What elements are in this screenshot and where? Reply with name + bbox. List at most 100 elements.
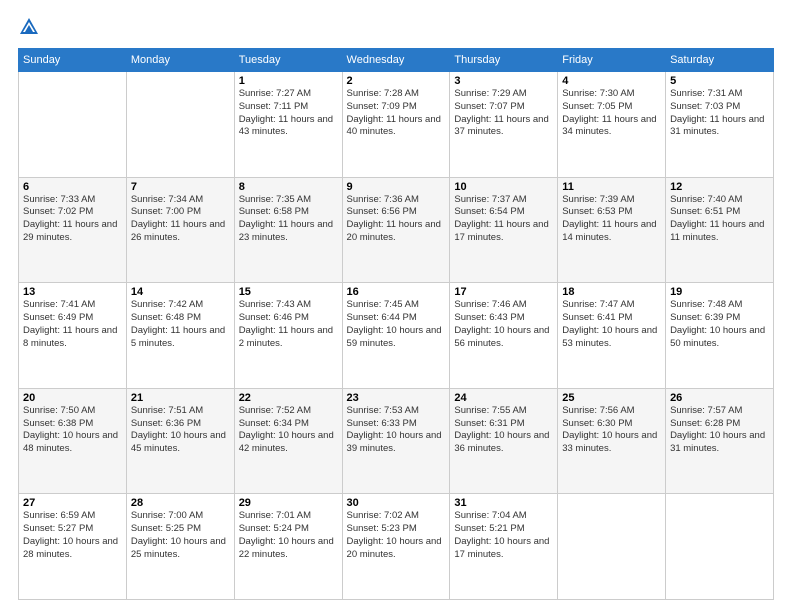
logo-icon xyxy=(18,16,40,38)
day-number: 10 xyxy=(454,181,553,193)
day-info: Sunrise: 7:39 AMSunset: 6:53 PMDaylight:… xyxy=(562,194,661,245)
calendar-cell: 24Sunrise: 7:55 AMSunset: 6:31 PMDayligh… xyxy=(450,388,558,494)
day-number: 8 xyxy=(239,181,338,193)
day-number: 26 xyxy=(670,392,769,404)
day-number: 11 xyxy=(562,181,661,193)
calendar-week: 6Sunrise: 7:33 AMSunset: 7:02 PMDaylight… xyxy=(19,177,774,283)
day-number: 12 xyxy=(670,181,769,193)
calendar-week: 13Sunrise: 7:41 AMSunset: 6:49 PMDayligh… xyxy=(19,283,774,389)
day-info: Sunrise: 7:28 AMSunset: 7:09 PMDaylight:… xyxy=(347,88,446,139)
day-number: 5 xyxy=(670,75,769,87)
calendar: SundayMondayTuesdayWednesdayThursdayFrid… xyxy=(18,48,774,600)
day-info: Sunrise: 7:50 AMSunset: 6:38 PMDaylight:… xyxy=(23,405,122,456)
day-number: 4 xyxy=(562,75,661,87)
day-info: Sunrise: 7:29 AMSunset: 7:07 PMDaylight:… xyxy=(454,88,553,139)
dow-header: Saturday xyxy=(666,49,774,72)
day-number: 18 xyxy=(562,286,661,298)
day-info: Sunrise: 7:40 AMSunset: 6:51 PMDaylight:… xyxy=(670,194,769,245)
day-number: 1 xyxy=(239,75,338,87)
days-of-week-row: SundayMondayTuesdayWednesdayThursdayFrid… xyxy=(19,49,774,72)
day-number: 29 xyxy=(239,497,338,509)
day-info: Sunrise: 7:37 AMSunset: 6:54 PMDaylight:… xyxy=(454,194,553,245)
day-number: 23 xyxy=(347,392,446,404)
day-info: Sunrise: 7:42 AMSunset: 6:48 PMDaylight:… xyxy=(131,299,230,350)
day-info: Sunrise: 6:59 AMSunset: 5:27 PMDaylight:… xyxy=(23,510,122,561)
day-info: Sunrise: 7:04 AMSunset: 5:21 PMDaylight:… xyxy=(454,510,553,561)
calendar-cell xyxy=(558,494,666,600)
day-info: Sunrise: 7:43 AMSunset: 6:46 PMDaylight:… xyxy=(239,299,338,350)
calendar-cell: 28Sunrise: 7:00 AMSunset: 5:25 PMDayligh… xyxy=(126,494,234,600)
day-info: Sunrise: 7:47 AMSunset: 6:41 PMDaylight:… xyxy=(562,299,661,350)
calendar-cell: 6Sunrise: 7:33 AMSunset: 7:02 PMDaylight… xyxy=(19,177,127,283)
day-info: Sunrise: 7:35 AMSunset: 6:58 PMDaylight:… xyxy=(239,194,338,245)
dow-header: Thursday xyxy=(450,49,558,72)
day-info: Sunrise: 7:57 AMSunset: 6:28 PMDaylight:… xyxy=(670,405,769,456)
calendar-cell: 21Sunrise: 7:51 AMSunset: 6:36 PMDayligh… xyxy=(126,388,234,494)
calendar-cell: 15Sunrise: 7:43 AMSunset: 6:46 PMDayligh… xyxy=(234,283,342,389)
dow-header: Monday xyxy=(126,49,234,72)
day-info: Sunrise: 7:27 AMSunset: 7:11 PMDaylight:… xyxy=(239,88,338,139)
day-number: 28 xyxy=(131,497,230,509)
day-number: 20 xyxy=(23,392,122,404)
calendar-cell: 22Sunrise: 7:52 AMSunset: 6:34 PMDayligh… xyxy=(234,388,342,494)
day-number: 13 xyxy=(23,286,122,298)
calendar-cell: 1Sunrise: 7:27 AMSunset: 7:11 PMDaylight… xyxy=(234,72,342,178)
dow-header: Wednesday xyxy=(342,49,450,72)
day-number: 7 xyxy=(131,181,230,193)
day-number: 25 xyxy=(562,392,661,404)
calendar-cell: 7Sunrise: 7:34 AMSunset: 7:00 PMDaylight… xyxy=(126,177,234,283)
day-info: Sunrise: 7:41 AMSunset: 6:49 PMDaylight:… xyxy=(23,299,122,350)
day-number: 9 xyxy=(347,181,446,193)
day-info: Sunrise: 7:55 AMSunset: 6:31 PMDaylight:… xyxy=(454,405,553,456)
day-number: 30 xyxy=(347,497,446,509)
day-number: 14 xyxy=(131,286,230,298)
calendar-cell xyxy=(19,72,127,178)
dow-header: Sunday xyxy=(19,49,127,72)
day-number: 16 xyxy=(347,286,446,298)
calendar-cell: 20Sunrise: 7:50 AMSunset: 6:38 PMDayligh… xyxy=(19,388,127,494)
calendar-week: 1Sunrise: 7:27 AMSunset: 7:11 PMDaylight… xyxy=(19,72,774,178)
calendar-cell: 31Sunrise: 7:04 AMSunset: 5:21 PMDayligh… xyxy=(450,494,558,600)
calendar-cell: 9Sunrise: 7:36 AMSunset: 6:56 PMDaylight… xyxy=(342,177,450,283)
calendar-cell: 14Sunrise: 7:42 AMSunset: 6:48 PMDayligh… xyxy=(126,283,234,389)
day-info: Sunrise: 7:45 AMSunset: 6:44 PMDaylight:… xyxy=(347,299,446,350)
day-number: 15 xyxy=(239,286,338,298)
day-info: Sunrise: 7:33 AMSunset: 7:02 PMDaylight:… xyxy=(23,194,122,245)
calendar-cell: 8Sunrise: 7:35 AMSunset: 6:58 PMDaylight… xyxy=(234,177,342,283)
calendar-cell: 12Sunrise: 7:40 AMSunset: 6:51 PMDayligh… xyxy=(666,177,774,283)
day-number: 24 xyxy=(454,392,553,404)
calendar-cell: 27Sunrise: 6:59 AMSunset: 5:27 PMDayligh… xyxy=(19,494,127,600)
dow-header: Friday xyxy=(558,49,666,72)
calendar-week: 20Sunrise: 7:50 AMSunset: 6:38 PMDayligh… xyxy=(19,388,774,494)
calendar-cell xyxy=(126,72,234,178)
calendar-cell: 25Sunrise: 7:56 AMSunset: 6:30 PMDayligh… xyxy=(558,388,666,494)
calendar-cell: 29Sunrise: 7:01 AMSunset: 5:24 PMDayligh… xyxy=(234,494,342,600)
calendar-cell: 5Sunrise: 7:31 AMSunset: 7:03 PMDaylight… xyxy=(666,72,774,178)
day-number: 3 xyxy=(454,75,553,87)
day-info: Sunrise: 7:31 AMSunset: 7:03 PMDaylight:… xyxy=(670,88,769,139)
calendar-cell: 17Sunrise: 7:46 AMSunset: 6:43 PMDayligh… xyxy=(450,283,558,389)
day-info: Sunrise: 7:46 AMSunset: 6:43 PMDaylight:… xyxy=(454,299,553,350)
calendar-cell: 23Sunrise: 7:53 AMSunset: 6:33 PMDayligh… xyxy=(342,388,450,494)
calendar-week: 27Sunrise: 6:59 AMSunset: 5:27 PMDayligh… xyxy=(19,494,774,600)
day-number: 22 xyxy=(239,392,338,404)
day-number: 6 xyxy=(23,181,122,193)
day-info: Sunrise: 7:53 AMSunset: 6:33 PMDaylight:… xyxy=(347,405,446,456)
calendar-cell: 10Sunrise: 7:37 AMSunset: 6:54 PMDayligh… xyxy=(450,177,558,283)
calendar-cell: 26Sunrise: 7:57 AMSunset: 6:28 PMDayligh… xyxy=(666,388,774,494)
calendar-cell: 3Sunrise: 7:29 AMSunset: 7:07 PMDaylight… xyxy=(450,72,558,178)
day-number: 31 xyxy=(454,497,553,509)
calendar-cell: 16Sunrise: 7:45 AMSunset: 6:44 PMDayligh… xyxy=(342,283,450,389)
page-header xyxy=(18,18,774,38)
day-info: Sunrise: 7:56 AMSunset: 6:30 PMDaylight:… xyxy=(562,405,661,456)
day-number: 2 xyxy=(347,75,446,87)
dow-header: Tuesday xyxy=(234,49,342,72)
day-number: 27 xyxy=(23,497,122,509)
calendar-cell: 11Sunrise: 7:39 AMSunset: 6:53 PMDayligh… xyxy=(558,177,666,283)
calendar-cell: 18Sunrise: 7:47 AMSunset: 6:41 PMDayligh… xyxy=(558,283,666,389)
day-info: Sunrise: 7:01 AMSunset: 5:24 PMDaylight:… xyxy=(239,510,338,561)
day-info: Sunrise: 7:02 AMSunset: 5:23 PMDaylight:… xyxy=(347,510,446,561)
calendar-cell: 19Sunrise: 7:48 AMSunset: 6:39 PMDayligh… xyxy=(666,283,774,389)
day-number: 17 xyxy=(454,286,553,298)
calendar-cell: 2Sunrise: 7:28 AMSunset: 7:09 PMDaylight… xyxy=(342,72,450,178)
